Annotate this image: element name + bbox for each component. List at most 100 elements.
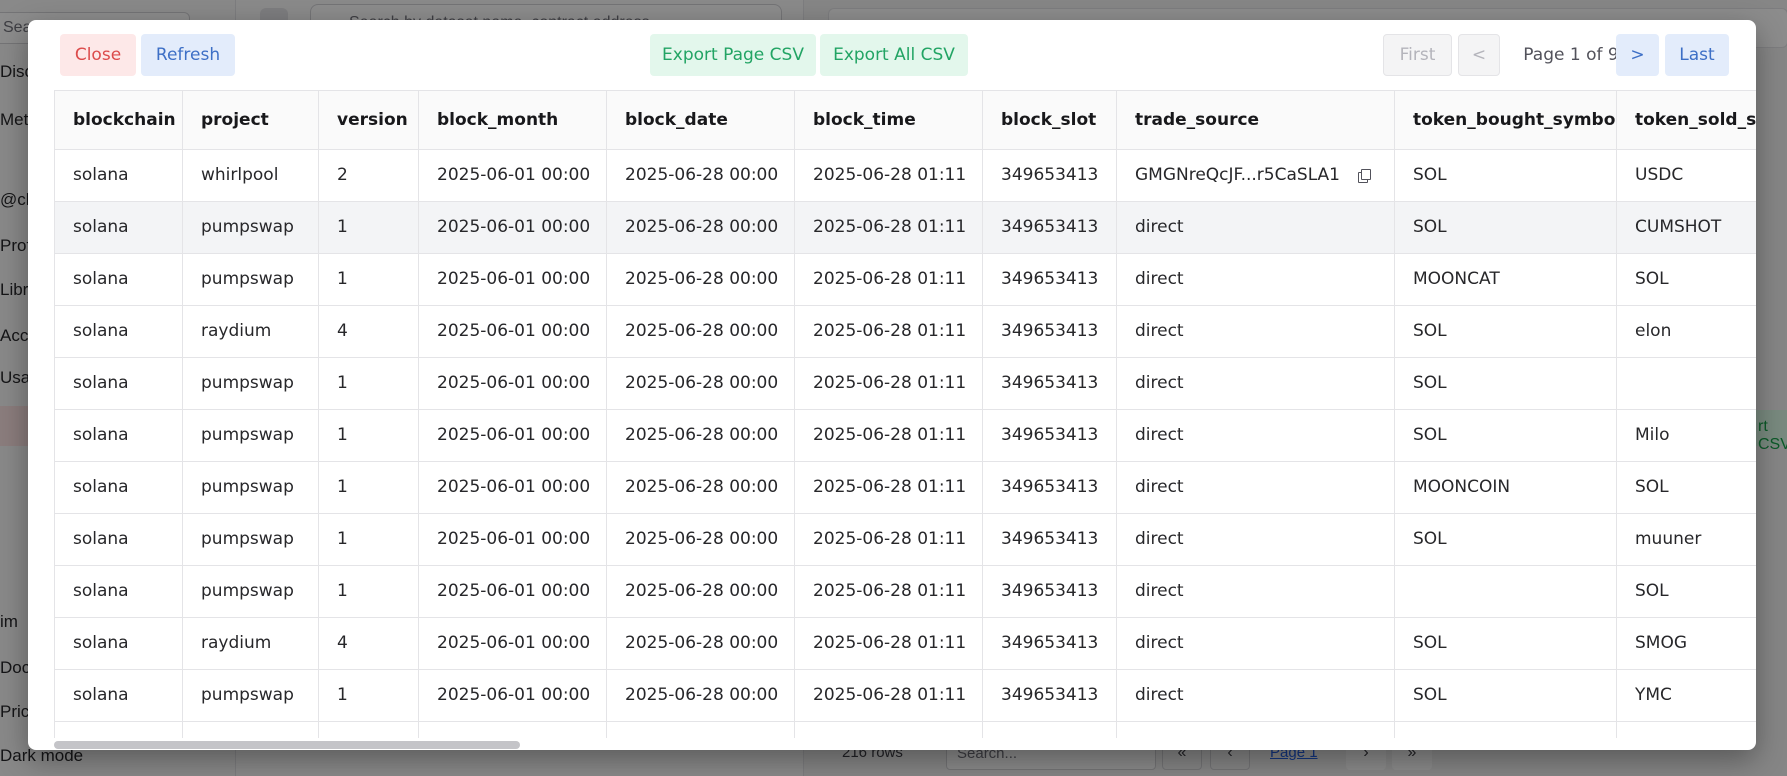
table-cell-block-date: 2025-06-28 00:00: [606, 669, 795, 722]
table-cell-block-date: 2025-06-28 00:00: [606, 617, 795, 670]
column-header-blockchain[interactable]: blockchain: [54, 91, 183, 150]
table-cell-token-bought-symbol: SOL: [1394, 149, 1617, 202]
table-cell-token-bought-symbol: SOL: [1394, 617, 1617, 670]
cell-value: 2025-06-01 00:00: [437, 321, 591, 341]
cell-value: 2025-06-28 00:00: [625, 373, 779, 393]
table-cell-block-slot: 349653413: [982, 461, 1117, 514]
cell-value: muuner: [1635, 529, 1702, 549]
table-row[interactable]: solana whirlpool 2 2025-06-01 00:00 2025-06-…: [54, 149, 1756, 202]
table-cell-project: pumpswap: [182, 201, 319, 254]
table-cell-block-month: 2025-06-01 00:00: [418, 357, 607, 410]
column-header-token-bought-symbol[interactable]: token_bought_symbol: [1394, 91, 1617, 150]
table-row[interactable]: solana pumpswap 1 2025-06-01 00:00 2025-06-2…: [54, 669, 1756, 722]
cell-value: direct: [1135, 737, 1184, 738]
table-cell-block-date: 2025-06-28 00:00: [606, 305, 795, 358]
cell-value: 2025-06-01 00:00: [437, 165, 591, 185]
table-row[interactable]: solana pumpswap 1 2025-06-01 00:00 2025-06-2…: [54, 513, 1756, 566]
table-row[interactable]: solana pumpswap 1 2025-06-01 00:00 2025-06-2…: [54, 461, 1756, 514]
table-cell-project: pumpswap: [182, 409, 319, 462]
cell-value: solana: [73, 477, 129, 497]
cell-value: raydium: [201, 321, 272, 341]
table-cell-version: 4: [318, 305, 419, 358]
cell-value: solana: [73, 685, 129, 705]
export-page-csv-button[interactable]: Export Page CSV: [650, 34, 816, 76]
cell-value: solana: [73, 425, 129, 445]
table-cell-project: pumpswap: [182, 461, 319, 514]
column-header-project[interactable]: project: [182, 91, 319, 150]
table-cell-block-month: 2025-06-01 00:00: [418, 669, 607, 722]
table-row[interactable]: solana raydium 4 2025-06-01 00:00 2025-06-28…: [54, 617, 1756, 670]
table-cell-token-sold-symbol: SOL: [1616, 721, 1756, 738]
cell-value: 2025-06-01 00:00: [437, 217, 591, 237]
table-cell-block-date: 2025-06-28 00:00: [606, 409, 795, 462]
table-cell-block-slot: 349653413: [982, 253, 1117, 306]
cell-value: solana: [73, 269, 129, 289]
table-cell-token-sold-symbol: YMC: [1616, 669, 1756, 722]
cell-value: 2025-06-28 00:00: [625, 685, 779, 705]
cell-value: 349653413: [1001, 425, 1099, 445]
cell-value: SOL: [1413, 425, 1447, 445]
table-row[interactable]: solana pumpswap 1 2025-06-01 00:00 2025-06-2…: [54, 357, 1756, 410]
cell-value: SOL: [1635, 269, 1669, 289]
cell-value: pumpswap: [201, 737, 294, 738]
column-header-token-sold-symbol[interactable]: token_sold_symbol: [1616, 91, 1756, 150]
results-table-container[interactable]: blockchain project version block_month block…: [54, 90, 1756, 738]
cell-value: 1: [337, 685, 348, 705]
table-cell-block-month: 2025-06-01 00:00: [418, 513, 607, 566]
cell-value: 2025-06-28 00:00: [625, 529, 779, 549]
last-page-button[interactable]: Last: [1665, 34, 1729, 76]
table-cell-block-slot: 349653413: [982, 513, 1117, 566]
results-modal: Close Refresh Export Page CSV Export All…: [28, 20, 1756, 750]
table-row[interactable]: solana pumpswap 1 2025-06-01 00:00 2025-06-2…: [54, 201, 1756, 254]
cell-value: 349653413: [1001, 217, 1099, 237]
table-cell-block-time: 2025-06-28 01:11: [794, 565, 983, 618]
table-cell-block-date: 2025-06-28 00:00: [606, 513, 795, 566]
horizontal-scrollbar-thumb[interactable]: [54, 741, 520, 749]
table-row[interactable]: solana pumpswap 1 2025-06-01 00:00 2025-06-2…: [54, 253, 1756, 306]
cell-value: SOL: [1413, 685, 1447, 705]
prev-page-button[interactable]: <: [1458, 34, 1500, 76]
cell-value: solana: [73, 217, 129, 237]
table-row[interactable]: solana pumpswap 1 2025-06-01 00:00 2025-06-2…: [54, 565, 1756, 618]
column-header-block-slot[interactable]: block_slot: [982, 91, 1117, 150]
column-header-block-month[interactable]: block_month: [418, 91, 607, 150]
table-cell-trade-source: direct: [1116, 461, 1395, 514]
cell-value: USELESS: [1413, 737, 1489, 738]
refresh-button[interactable]: Refresh: [141, 34, 235, 76]
column-header-block-time[interactable]: block_time: [794, 91, 983, 150]
cell-value: pumpswap: [201, 477, 294, 497]
close-button[interactable]: Close: [60, 34, 136, 76]
cell-value: MOONCAT: [1413, 269, 1500, 289]
table-row[interactable]: solana raydium 4 2025-06-01 00:00 2025-06-28…: [54, 305, 1756, 358]
table-cell-project: pumpswap: [182, 669, 319, 722]
cell-value: 2025-06-01 00:00: [437, 373, 591, 393]
cell-value: pumpswap: [201, 373, 294, 393]
column-header-trade-source[interactable]: trade_source: [1116, 91, 1395, 150]
table-cell-block-date: 2025-06-28 00:00: [606, 461, 795, 514]
cell-value: direct: [1135, 217, 1184, 237]
table-cell-project: raydium: [182, 617, 319, 670]
cell-value: SOL: [1413, 529, 1447, 549]
next-page-button[interactable]: >: [1616, 34, 1659, 76]
cell-value: YMC: [1635, 685, 1672, 705]
table-cell-token-bought-symbol: SOL: [1394, 201, 1617, 254]
table-row[interactable]: solana pumpswap 1 2025-06-01 00:00 2025-06-2…: [54, 409, 1756, 462]
cell-value: 2025-06-28 01:11: [813, 633, 967, 653]
table-cell-token-bought-symbol: MOONCOIN: [1394, 461, 1617, 514]
cell-value: whirlpool: [201, 165, 279, 185]
copy-icon[interactable]: [1358, 168, 1371, 183]
table-cell-trade-source: direct: [1116, 305, 1395, 358]
cell-value: direct: [1135, 373, 1184, 393]
table-row[interactable]: solana pumpswap 1 2025-06-01 00:00 2025-06-2…: [54, 721, 1756, 738]
column-header-version[interactable]: version: [318, 91, 419, 150]
first-page-button[interactable]: First: [1383, 34, 1452, 76]
table-cell-block-slot: 349653413: [982, 565, 1117, 618]
table-cell-token-bought-symbol: SOL: [1394, 409, 1617, 462]
cell-value: 2025-06-28 00:00: [625, 633, 779, 653]
cell-value: 2025-06-28 00:00: [625, 737, 778, 738]
table-cell-project: pumpswap: [182, 565, 319, 618]
cell-value: pumpswap: [201, 685, 294, 705]
cell-value: 2025-06-28 01:11: [813, 425, 967, 445]
column-header-block-date[interactable]: block_date: [606, 91, 795, 150]
export-all-csv-button[interactable]: Export All CSV: [820, 34, 968, 76]
